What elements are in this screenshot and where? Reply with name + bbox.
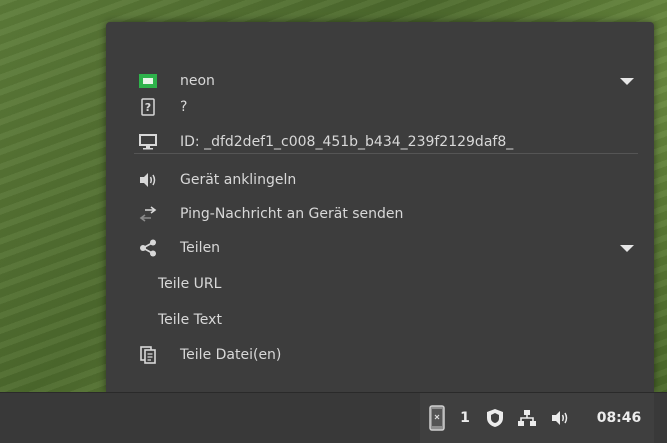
clock[interactable]: 08:46 xyxy=(592,404,646,432)
device-id-label: ID: _dfd2def1_c008_451b_b434_239f2129daf… xyxy=(180,134,514,150)
kdeconnect-applet-popup: neon ? ? ID: _dfd2def1_c008_451b_b434_23… xyxy=(106,22,654,392)
device-type-label: ? xyxy=(180,99,188,115)
share-files-label: Teile Datei(en) xyxy=(180,347,282,363)
action-share-text[interactable]: Teile Text xyxy=(106,306,654,334)
device-type-row: ? ? xyxy=(106,93,654,121)
taskbar-panel: 1 08:46 xyxy=(0,392,667,443)
action-share-url[interactable]: Teile URL xyxy=(106,270,654,298)
device-count[interactable]: 1 xyxy=(458,404,472,432)
device-header-row[interactable]: neon xyxy=(106,67,654,95)
action-share[interactable]: Teilen xyxy=(106,234,654,262)
chevron-down-icon[interactable] xyxy=(620,77,634,85)
device-connected-icon xyxy=(138,71,158,91)
volume-icon[interactable] xyxy=(550,404,572,432)
chevron-down-icon[interactable] xyxy=(620,244,634,252)
action-ring-device[interactable]: Gerät anklingeln xyxy=(106,166,654,194)
transfer-arrows-icon xyxy=(138,204,158,224)
share-icon xyxy=(138,238,158,258)
ring-device-label: Gerät anklingeln xyxy=(180,172,297,188)
network-icon[interactable] xyxy=(516,404,538,432)
shield-icon[interactable] xyxy=(484,404,506,432)
device-id-row: ID: _dfd2def1_c008_451b_b434_239f2129daf… xyxy=(106,128,654,156)
send-ping-label: Ping-Nachricht an Gerät senden xyxy=(180,206,404,222)
action-share-files[interactable]: Teile Datei(en) xyxy=(106,341,654,369)
system-tray: 1 08:46 xyxy=(420,393,654,443)
svg-text:?: ? xyxy=(145,101,151,114)
unknown-device-icon: ? xyxy=(138,97,158,117)
share-url-label: Teile URL xyxy=(158,276,222,292)
documents-icon xyxy=(138,345,158,365)
speaker-icon xyxy=(138,170,158,190)
share-text-label: Teile Text xyxy=(158,312,222,328)
separator xyxy=(134,153,638,154)
monitor-icon xyxy=(138,132,158,152)
device-name: neon xyxy=(180,73,215,89)
kdeconnect-tray-icon[interactable] xyxy=(426,404,448,432)
action-send-ping[interactable]: Ping-Nachricht an Gerät senden xyxy=(106,200,654,228)
share-label: Teilen xyxy=(180,240,221,256)
